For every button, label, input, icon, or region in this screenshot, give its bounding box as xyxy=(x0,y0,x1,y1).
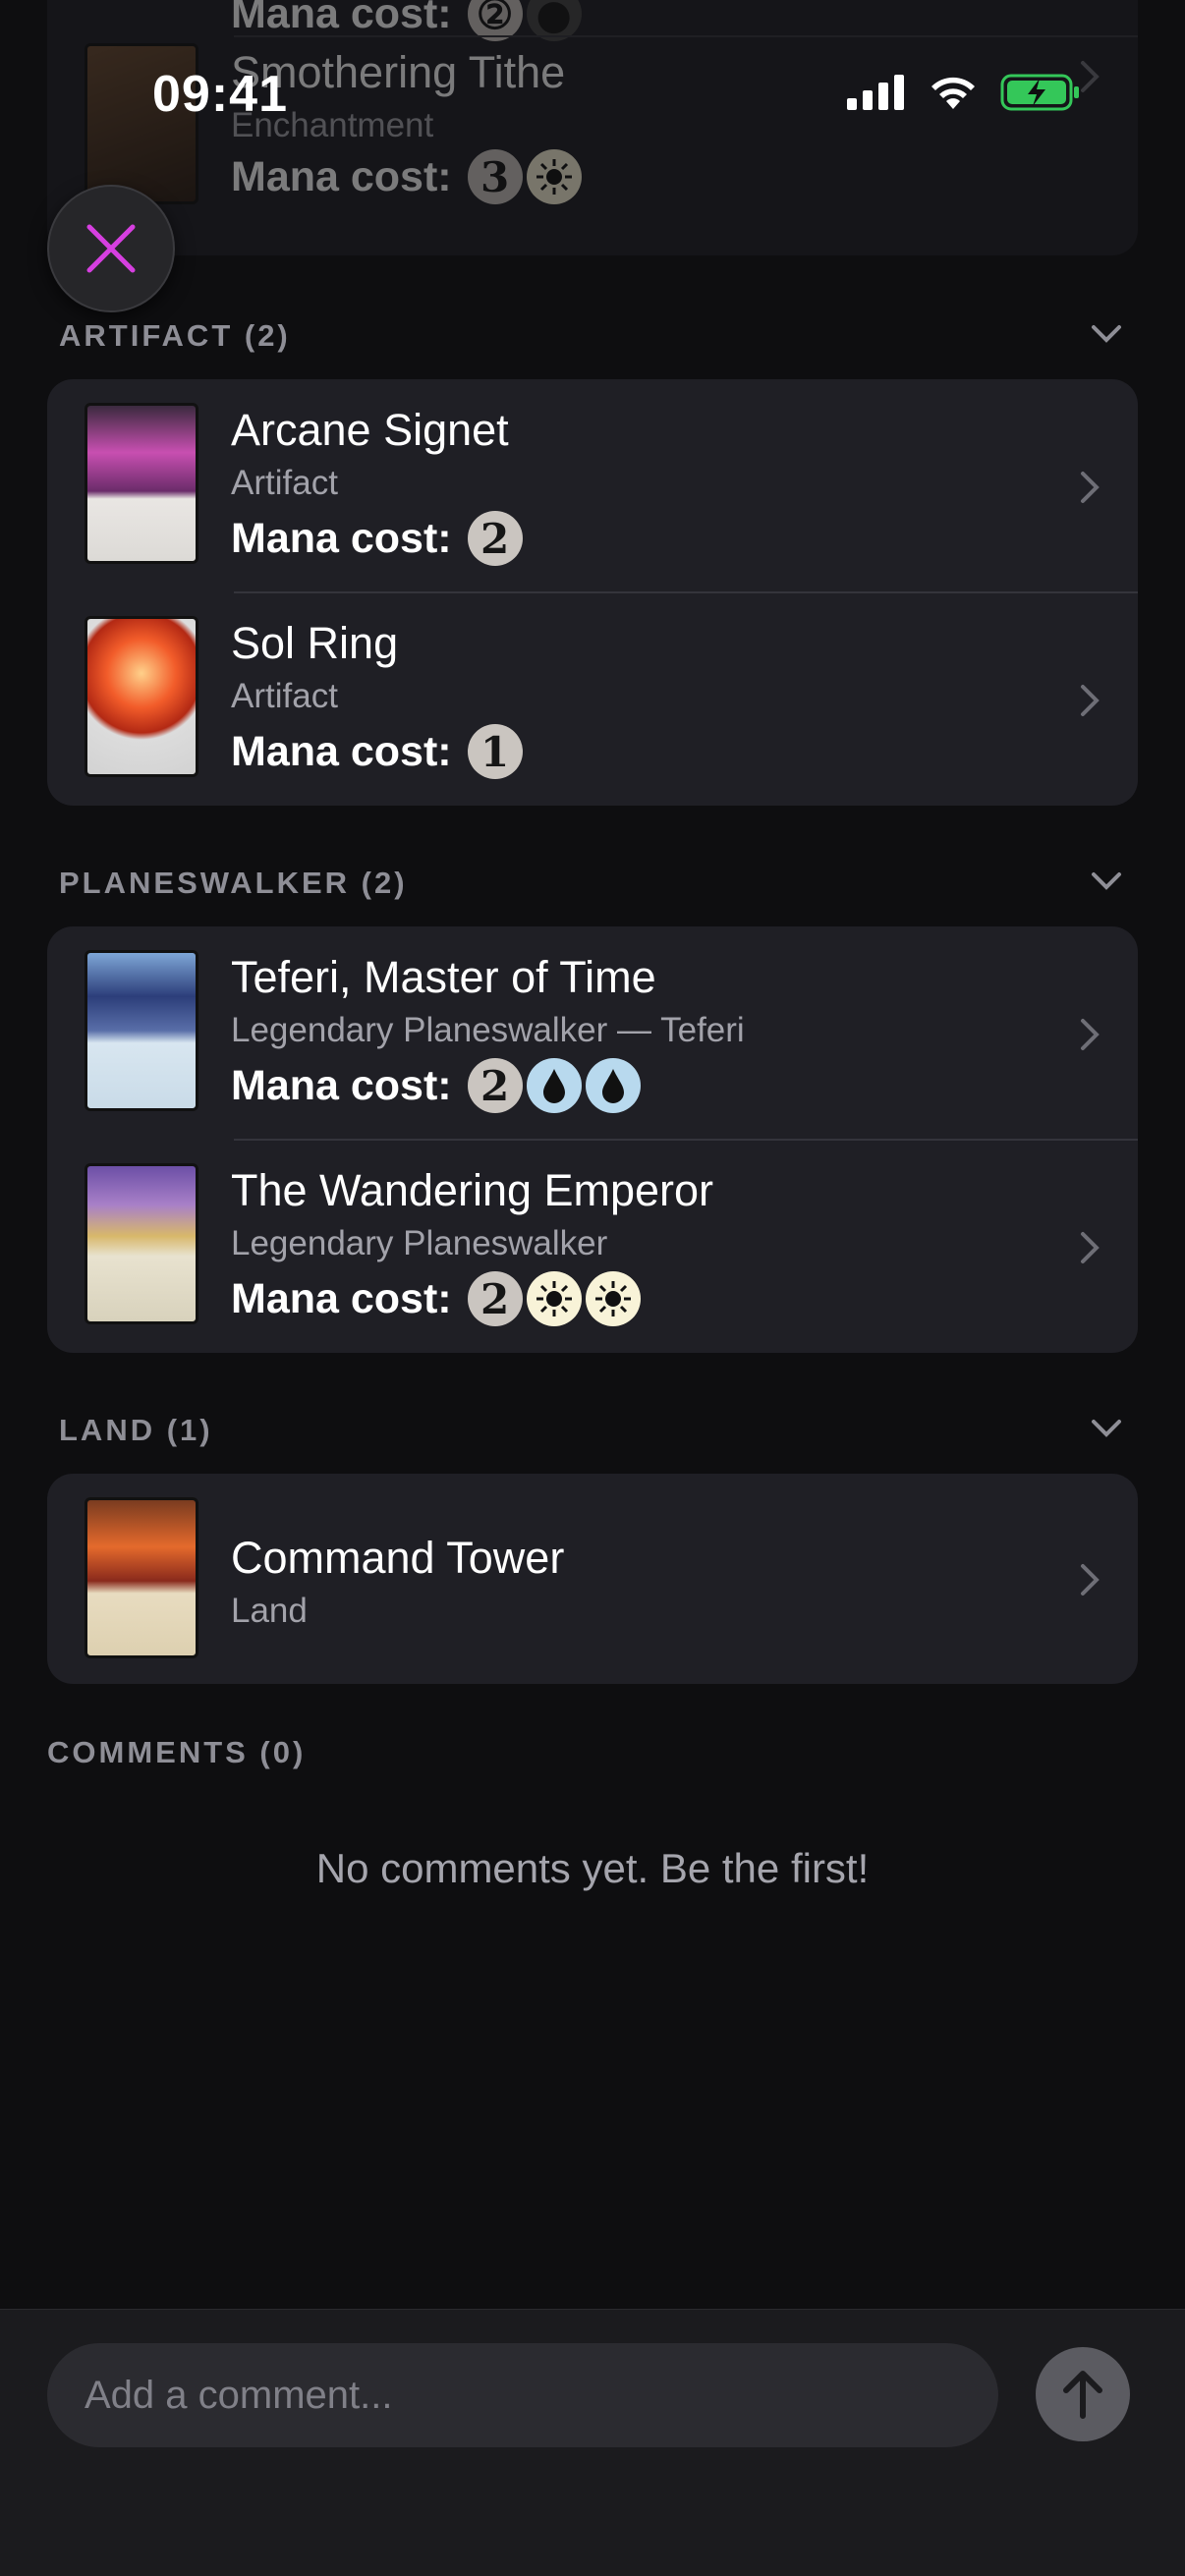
mana-cost-label: Mana cost: xyxy=(231,514,452,562)
arrow-up-icon xyxy=(1063,2371,1102,2419)
cellular-signal-icon xyxy=(847,75,906,115)
battery-charging-icon xyxy=(1000,73,1081,117)
card-row-sol-ring[interactable]: Sol Ring Artifact Mana cost: 1 xyxy=(47,592,1138,806)
card-name: Arcane Signet xyxy=(231,405,509,455)
comment-input[interactable] xyxy=(47,2343,998,2447)
send-button[interactable] xyxy=(1036,2347,1130,2441)
chevron-right-icon xyxy=(1079,1562,1100,1602)
mana-cost-label: Mana cost: xyxy=(231,1061,452,1109)
mana-cost: Mana cost: 1 xyxy=(231,724,523,779)
card-name: Sol Ring xyxy=(231,618,399,668)
close-icon xyxy=(86,224,136,273)
mana-pip-generic: 2 xyxy=(467,1271,523,1326)
mana-cost: Mana cost: 2 xyxy=(231,1271,641,1326)
chevron-right-icon xyxy=(1079,683,1100,723)
card-type: Legendary Planeswalker — Teferi xyxy=(231,1011,745,1049)
card-name: The Wandering Emperor xyxy=(231,1165,714,1215)
close-button[interactable] xyxy=(47,185,175,312)
mana-pip-white xyxy=(526,1271,582,1326)
mana-cost-label: Mana cost: xyxy=(231,727,452,775)
chevron-down-icon[interactable] xyxy=(1091,871,1122,896)
chevron-right-icon xyxy=(1079,1230,1100,1270)
mana-pip-generic: 1 xyxy=(467,724,523,779)
card-name: Command Tower xyxy=(231,1533,565,1583)
comment-composer xyxy=(0,2309,1185,2576)
card-thumbnail xyxy=(85,403,198,564)
card-thumbnail xyxy=(85,616,198,777)
mana-pip-generic: 2 xyxy=(467,1058,523,1113)
card-name: Teferi, Master of Time xyxy=(231,952,656,1002)
status-time: 09:41 xyxy=(152,66,288,123)
chevron-down-icon[interactable] xyxy=(1091,1419,1122,1443)
card-row-arcane-signet[interactable]: Arcane Signet Artifact Mana cost: 2 xyxy=(47,379,1138,592)
status-bar: 09:41 xyxy=(0,0,1185,196)
mana-pip-blue xyxy=(585,1058,641,1113)
deck-detail-screen: Mana cost: ② ● Smothering Tithe Enchantm… xyxy=(0,0,1185,2576)
mana-pip-blue xyxy=(526,1058,582,1113)
chevron-down-icon[interactable] xyxy=(1091,324,1122,349)
land-group: Command Tower Land xyxy=(47,1474,1138,1684)
status-icons xyxy=(847,73,1081,117)
mana-cost: Mana cost: 2 xyxy=(231,1058,641,1113)
artifact-group: Arcane Signet Artifact Mana cost: 2 Sol … xyxy=(47,379,1138,806)
mana-cost: Mana cost: 2 xyxy=(231,511,523,566)
chevron-right-icon xyxy=(1079,470,1100,510)
card-thumbnail xyxy=(85,950,198,1111)
wifi-icon xyxy=(928,74,979,116)
card-row-wandering-emperor[interactable]: The Wandering Emperor Legendary Planeswa… xyxy=(47,1140,1138,1353)
card-type: Artifact xyxy=(231,464,338,502)
mana-cost-label: Mana cost: xyxy=(231,1274,452,1322)
card-type: Artifact xyxy=(231,677,338,715)
section-header-artifact: ARTIFACT (2) xyxy=(59,318,291,353)
mana-pip-generic: 2 xyxy=(467,511,523,566)
planeswalker-group: Teferi, Master of Time Legendary Planesw… xyxy=(47,926,1138,1353)
empty-comments-message: No comments yet. Be the first! xyxy=(315,1845,870,1891)
comments-header: COMMENTS (0) xyxy=(47,1735,307,1769)
chevron-right-icon xyxy=(1079,1017,1100,1057)
card-type: Land xyxy=(231,1592,308,1630)
card-row-command-tower[interactable]: Command Tower Land xyxy=(47,1474,1138,1684)
card-row-teferi[interactable]: Teferi, Master of Time Legendary Planesw… xyxy=(47,926,1138,1140)
card-thumbnail xyxy=(85,1163,198,1324)
card-thumbnail xyxy=(85,1497,198,1658)
mana-pip-white xyxy=(585,1271,641,1326)
card-type: Legendary Planeswalker xyxy=(231,1224,608,1262)
section-header-land: LAND (1) xyxy=(59,1413,213,1447)
section-header-planeswalker: PLANESWALKER (2) xyxy=(59,866,408,900)
